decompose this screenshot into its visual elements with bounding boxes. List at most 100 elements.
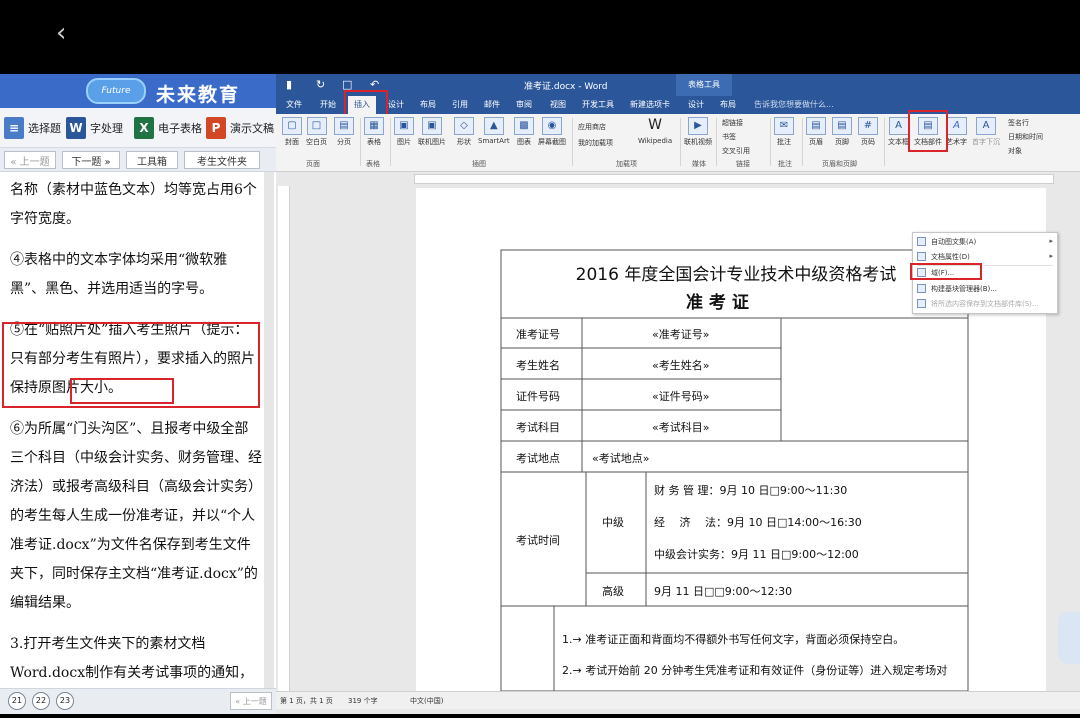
next-question-button[interactable]: 下一题 » bbox=[62, 151, 120, 169]
word-count: 319 个字 bbox=[348, 697, 378, 705]
menu-item-autotext[interactable]: 自动图文集(A) bbox=[931, 237, 976, 247]
drop-cap-button[interactable]: A 首字下沉 bbox=[972, 117, 1000, 147]
insert-tab-highlight bbox=[344, 90, 388, 116]
tab-new[interactable]: 新建选项卡 bbox=[630, 99, 670, 110]
footer-button[interactable]: ▤ 页脚 bbox=[832, 117, 852, 147]
page-button[interactable]: 23 bbox=[56, 692, 74, 710]
screen: Future 未来教育 ≡ 选择题 W 字处理 X 电子表格 P 演示文稿 « … bbox=[0, 74, 1080, 714]
word-titlebar: ▮ ↻ □ ↶ 准考证.docx - Word 表格工具 bbox=[276, 74, 1080, 96]
tab-word[interactable]: W 字处理 bbox=[66, 116, 123, 140]
toolbox-label: 工具箱 bbox=[137, 156, 167, 168]
page-number-button[interactable]: # 页码 bbox=[858, 117, 878, 147]
tab-developer[interactable]: 开发工具 bbox=[582, 99, 614, 110]
tab-choice[interactable]: ≡ 选择题 bbox=[4, 116, 61, 140]
textbox-button[interactable]: A 文本框 bbox=[888, 117, 909, 147]
autotext-icon bbox=[917, 237, 926, 246]
question-paragraph: 名称（素材中蓝色文本）均等宽占用6个字符宽度。 bbox=[10, 182, 257, 227]
tab-file[interactable]: 文件 bbox=[286, 99, 302, 110]
object-button[interactable]: 对象 bbox=[1008, 146, 1022, 156]
group-links: 链接 bbox=[736, 160, 750, 168]
ticket-title: 2016 年度全国会计专业技术中级资格考试 bbox=[575, 265, 897, 285]
tab-home[interactable]: 开始 bbox=[320, 99, 336, 110]
page-count: 第 1 页，共 1 页 bbox=[280, 697, 333, 705]
menu-item-doc-property[interactable]: 文档属性(D) bbox=[931, 252, 970, 262]
text-scrollbar[interactable] bbox=[264, 172, 274, 692]
page-button[interactable]: 22 bbox=[32, 692, 50, 710]
cover-button[interactable]: ▢ 封面 bbox=[282, 117, 302, 147]
submenu-arrow-icon: ▸ bbox=[1049, 237, 1053, 245]
wikipedia-button[interactable]: W Wikipedia bbox=[638, 117, 672, 145]
save-selection-icon bbox=[917, 299, 926, 308]
save-icon[interactable]: ↻ bbox=[316, 78, 325, 91]
question-paragraph: 3.打开考生文件夹下的素材文档Word.docx制作有关考试事项的通知， bbox=[10, 636, 254, 681]
ribbon-tabs: 文件 开始 插入 设计 布局 引用 邮件 审阅 视图 开发工具 新建选项卡 设计… bbox=[276, 96, 1080, 114]
mid-exam-item: 经 济 法：9月 10 日□14:00～16:30 bbox=[654, 516, 862, 529]
shapes-button[interactable]: ◇ 形状 bbox=[454, 117, 474, 147]
ribbon-separator bbox=[390, 118, 391, 166]
header-label: 页眉 bbox=[809, 138, 823, 146]
tell-me-search[interactable]: 告诉我您想要做什么... bbox=[754, 99, 834, 110]
bookmark-button[interactable]: 书签 bbox=[722, 132, 736, 142]
cover-label: 封面 bbox=[285, 138, 299, 146]
tab-view[interactable]: 视图 bbox=[550, 99, 566, 110]
online-video-button[interactable]: ▶ 联机视频 bbox=[684, 117, 712, 147]
video-icon: ▶ bbox=[688, 117, 708, 135]
smartart-button[interactable]: ▲ SmartArt bbox=[478, 117, 510, 145]
tab-ppt[interactable]: P 演示文稿 bbox=[206, 116, 274, 140]
menu-item-building-blocks[interactable]: 构建基块管理器(B)... bbox=[931, 284, 997, 294]
page-break-button[interactable]: ▤ 分页 bbox=[334, 117, 354, 147]
ribbon-separator bbox=[716, 118, 717, 166]
wordart-icon: A bbox=[946, 117, 967, 135]
tab-review[interactable]: 审阅 bbox=[516, 99, 532, 110]
merge-field[interactable]: «准考证号» bbox=[652, 326, 709, 342]
store-button[interactable]: 应用商店 bbox=[578, 122, 606, 132]
comment-button[interactable]: ✉ 批注 bbox=[774, 117, 794, 147]
wordart-button[interactable]: A 艺术字 bbox=[946, 117, 967, 147]
question-paragraph: ⑥为所属“门头沟区”、且报考中级全部三个科目（中级会计实务、财务管理、经济法）或… bbox=[10, 421, 262, 611]
prev-question-button[interactable]: « 上一题 bbox=[4, 151, 56, 169]
comment-icon: ✉ bbox=[774, 117, 794, 135]
row-label: 准考证号 bbox=[516, 328, 560, 341]
my-addins-button[interactable]: 我的加载项 bbox=[578, 138, 613, 148]
date-time-button[interactable]: 日期和时间 bbox=[1008, 132, 1043, 142]
question-text: 名称（素材中蓝色文本）均等宽占用6个字符宽度。 ④表格中的文本字体均采用“微软雅… bbox=[10, 176, 262, 700]
merge-field[interactable]: «考试科目» bbox=[652, 419, 709, 435]
menu-item-save-selection[interactable]: 将所选内容保存到文档部件库(S)... bbox=[931, 299, 1039, 309]
back-arrow-icon[interactable]: ‹ bbox=[56, 20, 66, 46]
page-button[interactable]: 21 bbox=[8, 692, 26, 710]
toolbox-button[interactable]: 工具箱 bbox=[126, 151, 178, 169]
building-blocks-icon bbox=[917, 284, 926, 293]
picture-button[interactable]: ▣ 图片 bbox=[394, 117, 414, 147]
phone-top-bar: ‹ bbox=[0, 0, 1080, 74]
blank-page-button[interactable]: □ 空白页 bbox=[306, 117, 327, 147]
table-button[interactable]: ▦ 表格 bbox=[364, 117, 384, 147]
screenshot-button[interactable]: ◉ 屏幕截图 bbox=[538, 117, 566, 147]
signature-line-button[interactable]: 签名行 bbox=[1008, 118, 1029, 128]
header-button[interactable]: ▤ 页眉 bbox=[806, 117, 826, 147]
tab-mailings[interactable]: 邮件 bbox=[484, 99, 500, 110]
tab-excel[interactable]: X 电子表格 bbox=[134, 116, 202, 140]
footer-prev-button[interactable]: « 上一题 bbox=[230, 692, 272, 710]
quick-parts-menu: 自动图文集(A) ▸ 文档属性(D) ▸ 域(F)... 构建基块管理器(B).… bbox=[910, 232, 1058, 314]
status-bar: 第 1 页，共 1 页 319 个字 中文(中国) bbox=[276, 691, 1080, 709]
ribbon-separator bbox=[802, 118, 803, 166]
online-picture-button[interactable]: ▣ 联机图片 bbox=[418, 117, 446, 147]
hyperlink-button[interactable]: 超链接 bbox=[722, 118, 743, 128]
chart-button[interactable]: ▩ 图表 bbox=[514, 117, 534, 147]
exam-header: Future 未来教育 bbox=[0, 74, 276, 108]
question-type-tabs: ≡ 选择题 W 字处理 X 电子表格 P 演示文稿 bbox=[0, 108, 276, 148]
tab-design[interactable]: 设计 bbox=[388, 99, 404, 110]
tab-table-layout[interactable]: 布局 bbox=[720, 99, 736, 110]
tab-table-design[interactable]: 设计 bbox=[688, 99, 704, 110]
cover-icon: ▢ bbox=[282, 117, 302, 135]
candidate-folder-button[interactable]: 考生文件夹 bbox=[184, 151, 260, 169]
smartart-icon: ▲ bbox=[483, 117, 504, 135]
word-logo-icon: ▮ bbox=[286, 78, 293, 91]
location-field[interactable]: «考试地点» bbox=[592, 450, 649, 466]
merge-field[interactable]: «考生姓名» bbox=[652, 357, 709, 373]
tab-references[interactable]: 引用 bbox=[452, 99, 468, 110]
merge-field[interactable]: «证件号码» bbox=[652, 388, 709, 404]
cross-reference-button[interactable]: 交叉引用 bbox=[722, 146, 750, 156]
tab-layout[interactable]: 布局 bbox=[420, 99, 436, 110]
page-number-label: 页码 bbox=[861, 138, 875, 146]
